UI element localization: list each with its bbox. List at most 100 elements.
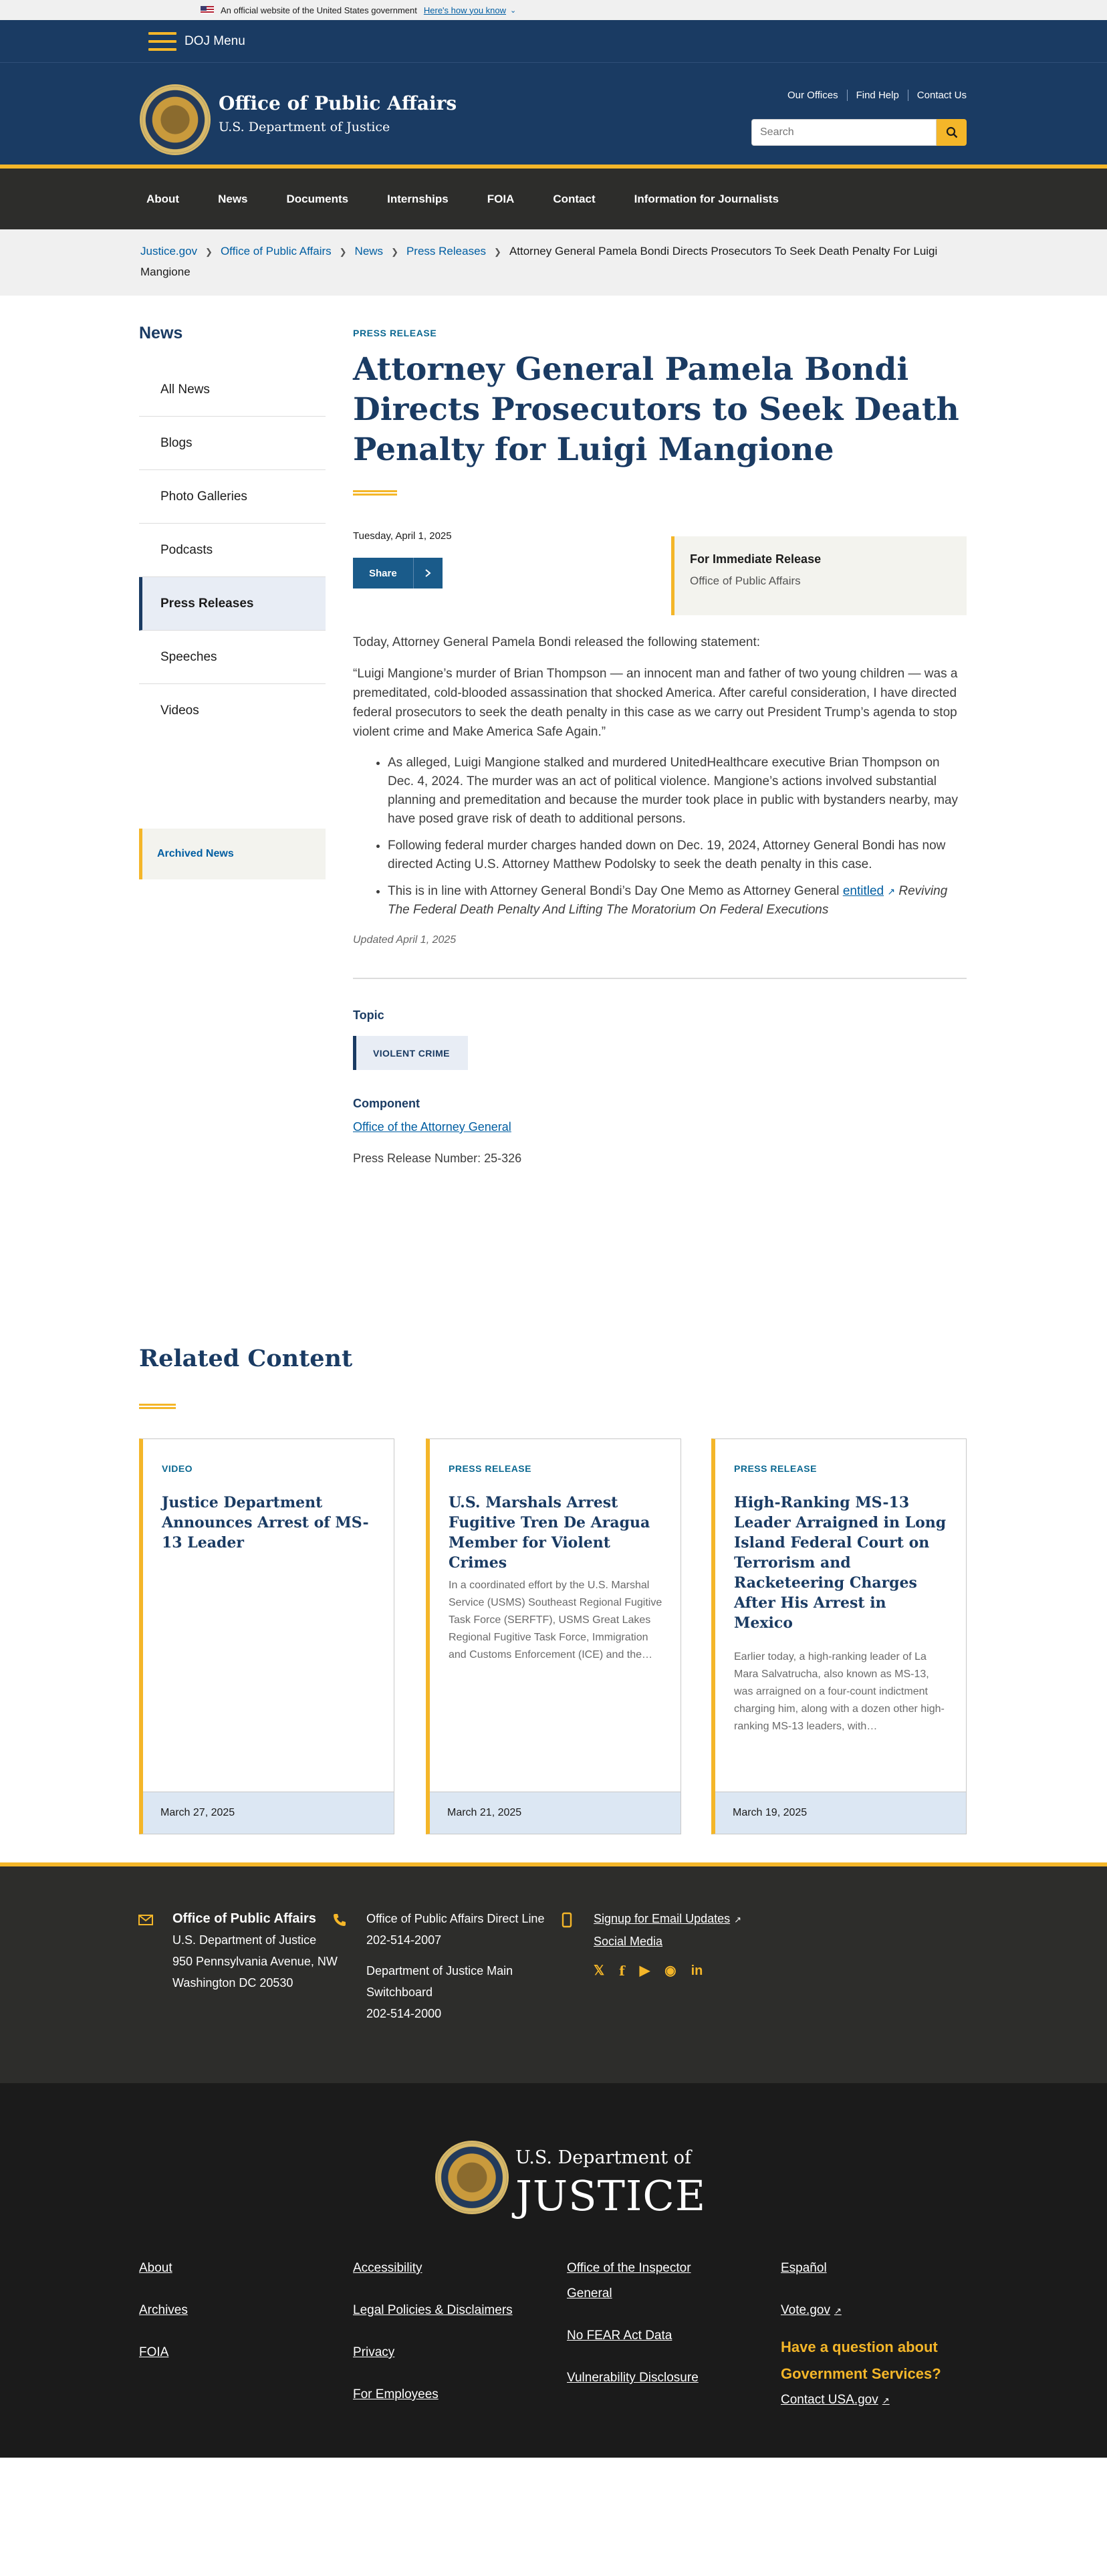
sidebar-item-podcasts[interactable]: Podcasts <box>139 524 326 577</box>
release-office: Office of Public Affairs <box>690 574 801 587</box>
article: PRESS RELEASE Attorney General Pamela Bo… <box>353 328 967 1166</box>
nav-internships[interactable]: Internships <box>368 193 468 206</box>
updated-date: Updated April 1, 2025 <box>353 934 457 946</box>
mobile-icon <box>562 1912 572 1928</box>
footer-archives-link[interactable]: Archives <box>139 2298 188 2323</box>
card-title[interactable]: U.S. Marshals Arrest Fugitive Tren De Ar… <box>449 1493 663 1573</box>
email-updates-link[interactable]: Signup for Email Updates <box>594 1912 730 1925</box>
sidebar-item-videos[interactable]: Videos <box>139 684 326 738</box>
footer-employees-link[interactable]: For Employees <box>353 2382 513 2407</box>
card-description: Earlier today, a high-ranking leader of … <box>734 1651 945 1732</box>
footer-col-2: Accessibility Legal Policies & Disclaime… <box>353 2256 513 2424</box>
article-type: PRESS RELEASE <box>353 328 437 338</box>
phone-icon <box>334 1914 346 1926</box>
list-item: As alleged, Luigi Mangione stalked and m… <box>388 754 967 829</box>
footer-oig-link[interactable]: Office of the Inspector General <box>567 2256 714 2306</box>
sidebar-title: News <box>139 324 183 342</box>
search-icon <box>946 126 957 138</box>
archived-news-link[interactable]: Archived News <box>157 848 234 860</box>
divider <box>353 978 967 979</box>
share-button[interactable]: Share <box>353 558 443 588</box>
nav-about[interactable]: About <box>127 193 199 206</box>
breadcrumb-press-releases[interactable]: Press Releases <box>406 245 486 257</box>
nav-contact[interactable]: Contact <box>533 193 614 206</box>
sidebar-item-photo-galleries[interactable]: Photo Galleries <box>139 470 326 524</box>
external-link-icon: ↗ <box>734 1915 742 1925</box>
chevron-right-icon: ❯ <box>391 247 398 257</box>
chevron-right-icon <box>412 558 443 588</box>
chevron-down-icon[interactable]: ⌄ <box>510 6 516 15</box>
utility-links: Our Offices Find Help Contact Us <box>779 90 967 101</box>
related-card[interactable]: VIDEO Justice Department Announces Arres… <box>139 1438 394 1834</box>
footer-phones: Office of Public Affairs Direct Line 202… <box>334 1908 560 2024</box>
footer-legal-link[interactable]: Legal Policies & Disclaimers <box>353 2298 513 2323</box>
component-link[interactable]: Office of the Attorney General <box>353 1120 511 1134</box>
sidebar-item-all-news[interactable]: All News <box>139 363 326 417</box>
doj-seal-logo[interactable] <box>140 84 211 155</box>
related-card[interactable]: PRESS RELEASE High-Ranking MS-13 Leader … <box>711 1438 967 1834</box>
hamburger-icon[interactable] <box>148 31 176 51</box>
footer-no-fear-link[interactable]: No FEAR Act Data <box>567 2323 714 2349</box>
youtube-icon[interactable]: ▶ <box>640 1960 650 1981</box>
sidebar-item-speeches[interactable]: Speeches <box>139 631 326 684</box>
bullet3-text: This is in line with Attorney General Bo… <box>388 884 843 898</box>
sidebar-item-blogs[interactable]: Blogs <box>139 417 326 470</box>
footer-accessibility-link[interactable]: Accessibility <box>353 2256 513 2281</box>
footer-foia-link[interactable]: FOIA <box>139 2340 188 2365</box>
heres-how-link[interactable]: Here's how you know <box>424 5 506 15</box>
linkedin-icon[interactable]: in <box>691 1960 703 1981</box>
related-card[interactable]: PRESS RELEASE U.S. Marshals Arrest Fugit… <box>426 1438 681 1834</box>
main-nav: About News Documents Internships FOIA Co… <box>0 169 1107 229</box>
footer-address: Office of Public Affairs U.S. Department… <box>138 1908 338 1994</box>
direct-line-phone[interactable]: 202-514-2007 <box>366 1933 441 1947</box>
social-media-link[interactable]: Social Media <box>594 1935 662 1948</box>
chevron-right-icon: ❯ <box>339 247 347 257</box>
nav-foia[interactable]: FOIA <box>468 193 534 206</box>
card-title[interactable]: Justice Department Announces Arrest of M… <box>162 1493 376 1553</box>
card-title[interactable]: High-Ranking MS-13 Leader Arraigned in L… <box>734 1493 949 1633</box>
nav-documents[interactable]: Documents <box>267 193 368 206</box>
related-content-title: Related Content <box>139 1345 353 1372</box>
sidebar-item-press-releases[interactable]: Press Releases <box>139 577 326 631</box>
contact-us-link[interactable]: Contact Us <box>908 90 967 101</box>
card-type: VIDEO <box>162 1463 193 1474</box>
search-button[interactable] <box>937 119 967 146</box>
site-subtitle: U.S. Department of Justice <box>219 120 390 134</box>
breadcrumb-justice-gov[interactable]: Justice.gov <box>140 245 197 257</box>
page-bottom-space <box>0 2458 1107 2576</box>
footer-about-link[interactable]: About <box>139 2256 188 2281</box>
entitled-link[interactable]: entitled <box>843 884 884 898</box>
nav-journalists[interactable]: Information for Journalists <box>615 193 798 206</box>
sidebar-nav: News All News Blogs Photo Galleries Podc… <box>139 324 326 738</box>
doj-seal-logo[interactable] <box>435 2141 509 2214</box>
switchboard-phone[interactable]: 202-514-2000 <box>366 2007 441 2020</box>
related-underline <box>139 1404 176 1409</box>
search-input[interactable] <box>751 119 937 146</box>
nav-news[interactable]: News <box>199 193 267 206</box>
archived-news-box: Archived News <box>139 829 326 879</box>
instagram-icon[interactable]: ◉ <box>664 1960 676 1981</box>
our-offices-link[interactable]: Our Offices <box>779 90 848 101</box>
footer-privacy-link[interactable]: Privacy <box>353 2340 513 2365</box>
share-label: Share <box>369 567 397 579</box>
site-title[interactable]: Office of Public Affairs <box>219 92 457 114</box>
doj-menu-button[interactable]: DOJ Menu <box>184 34 245 49</box>
breadcrumb-opa[interactable]: Office of Public Affairs <box>221 245 332 257</box>
footer-espanol-link[interactable]: Español <box>781 2256 955 2281</box>
external-link-icon: ↗ <box>834 2306 842 2316</box>
article-quote: “Luigi Mangione’s murder of Brian Thomps… <box>353 667 958 739</box>
chevron-right-icon: ❯ <box>205 247 213 257</box>
footer-vulnerability-link[interactable]: Vulnerability Disclosure <box>567 2365 714 2391</box>
footer-office: Office of Public Affairs <box>172 1911 316 1926</box>
social-icons: 𝕏 f ▶ ◉ in <box>594 1960 741 1981</box>
footer: U.S. Department of JUSTICE About Archive… <box>0 2083 1107 2458</box>
breadcrumb-news[interactable]: News <box>355 245 384 257</box>
facebook-icon[interactable]: f <box>619 1960 625 1981</box>
card-date: March 21, 2025 <box>430 1792 681 1834</box>
find-help-link[interactable]: Find Help <box>848 90 908 101</box>
x-twitter-icon[interactable]: 𝕏 <box>594 1960 604 1981</box>
breadcrumb: Justice.gov ❯ Office of Public Affairs ❯ New… <box>0 229 1107 296</box>
topic-tag[interactable]: VIOLENT CRIME <box>353 1036 468 1070</box>
contact-usa-link[interactable]: Contact USA.gov ↗ <box>781 2387 955 2413</box>
footer-vote-link[interactable]: Vote.gov ↗ <box>781 2298 955 2324</box>
